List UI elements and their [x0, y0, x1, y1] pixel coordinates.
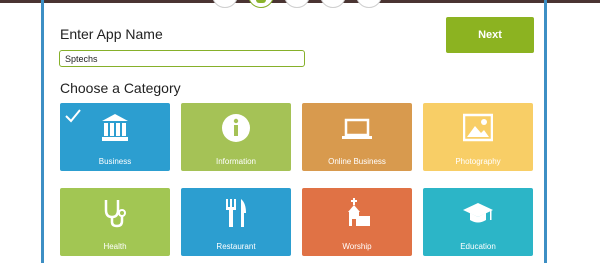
- category-label: Information: [215, 157, 257, 166]
- next-button[interactable]: Next: [446, 17, 534, 53]
- wizard-step-5[interactable]: [356, 0, 382, 8]
- stethoscope-icon: [104, 200, 126, 228]
- category-label: Worship: [342, 242, 372, 251]
- info-icon: [222, 114, 250, 142]
- wizard-step-4[interactable]: [320, 0, 346, 8]
- category-tile-business[interactable]: Business: [60, 103, 170, 171]
- wizard-step-3[interactable]: [284, 0, 310, 8]
- laptop-icon: [342, 118, 372, 139]
- category-tile-education[interactable]: Education: [423, 188, 533, 256]
- category-tile-information[interactable]: Information: [181, 103, 291, 171]
- app-name-input[interactable]: [59, 50, 305, 67]
- wizard-steps: [210, 0, 390, 12]
- wizard-step-2[interactable]: [248, 0, 274, 8]
- category-tile-worship[interactable]: Worship: [302, 188, 412, 256]
- panel-right-border: [544, 0, 547, 263]
- category-tile-photography[interactable]: Photography: [423, 103, 533, 171]
- church-icon: [348, 198, 370, 226]
- checkmark-icon: [65, 109, 81, 123]
- category-tile-health[interactable]: Health: [60, 188, 170, 256]
- category-label: Health: [103, 242, 127, 251]
- category-label: Restaurant: [216, 242, 256, 251]
- category-label: Business: [98, 157, 132, 166]
- fork-knife-icon: [226, 199, 246, 227]
- category-heading: Choose a Category: [60, 80, 181, 96]
- category-label: Education: [460, 242, 496, 251]
- graduation-cap-icon: [463, 203, 493, 223]
- app-name-heading: Enter App Name: [60, 26, 163, 42]
- image-icon: [463, 113, 493, 142]
- panel-left-border: [41, 0, 44, 263]
- category-label: Photography: [455, 157, 501, 166]
- apple-icon: [256, 0, 266, 3]
- bank-icon: [102, 114, 128, 141]
- category-label: Online Business: [328, 157, 386, 166]
- category-tile-restaurant[interactable]: Restaurant: [181, 188, 291, 256]
- wizard-step-1[interactable]: [212, 0, 238, 8]
- category-tile-online-business[interactable]: Online Business: [302, 103, 412, 171]
